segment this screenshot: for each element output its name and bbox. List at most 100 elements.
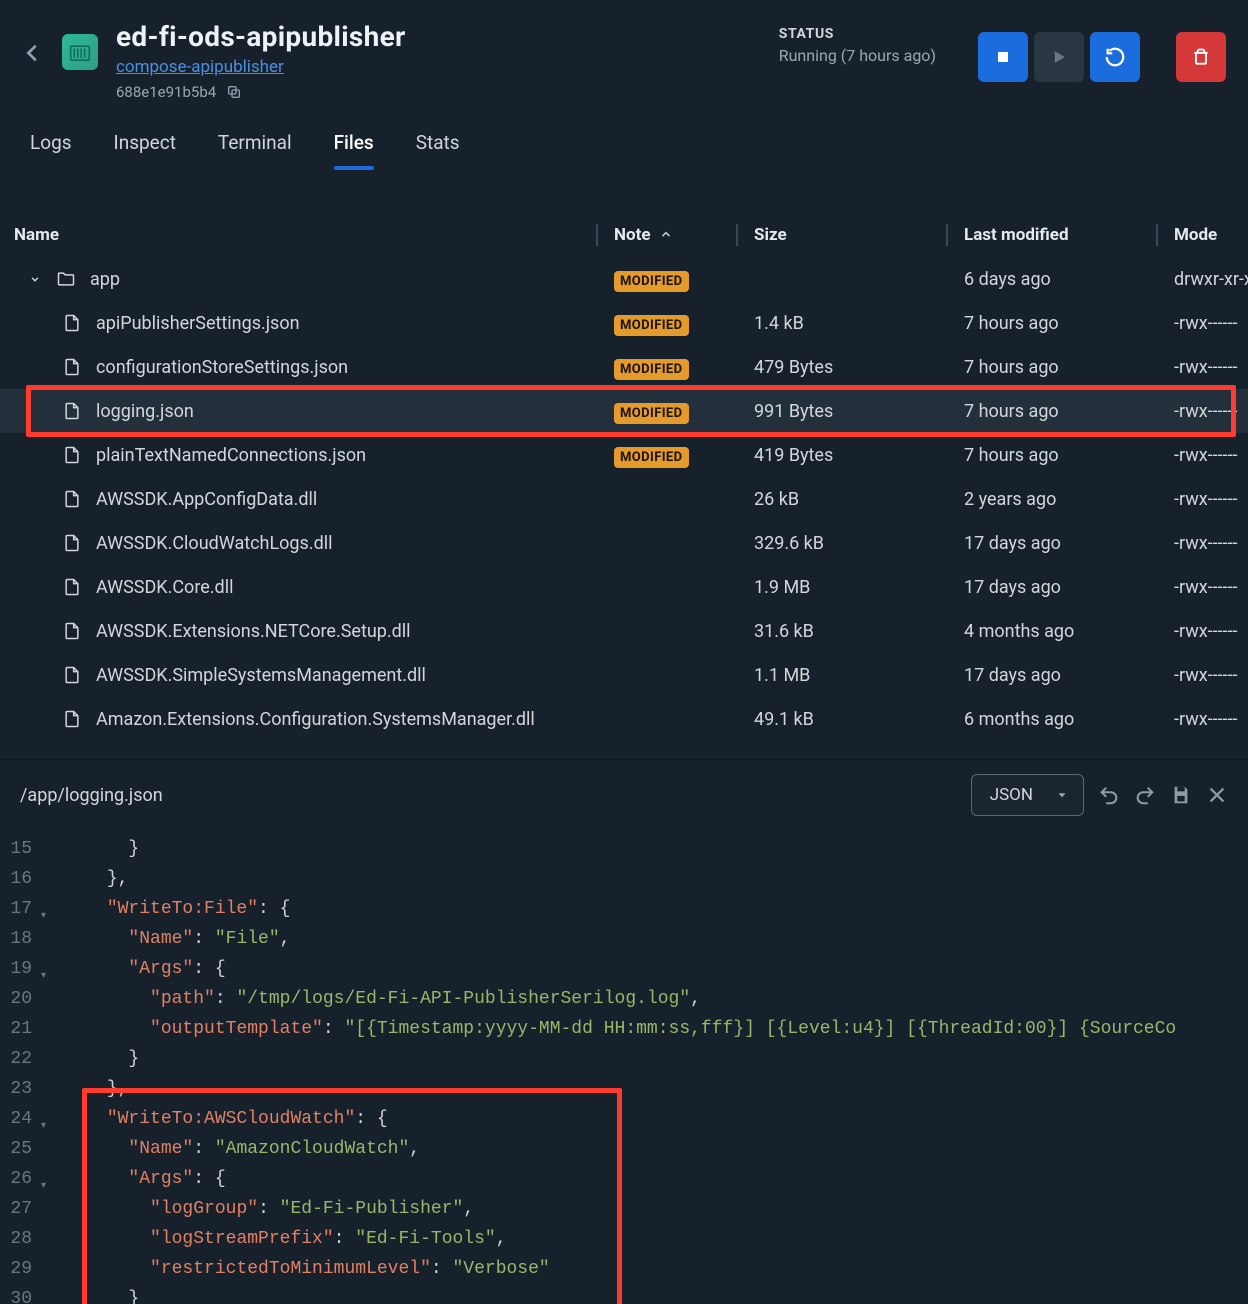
note-cell: MODIFIED bbox=[614, 401, 754, 422]
tabs: Logs Inspect Terminal Files Stats bbox=[0, 101, 1248, 169]
file-name-cell[interactable]: configurationStoreSettings.json bbox=[14, 357, 614, 378]
mode-cell: -rwx------ bbox=[1174, 445, 1248, 466]
modified-cell: 17 days ago bbox=[964, 665, 1174, 686]
mode-cell: -rwx------ bbox=[1174, 489, 1248, 510]
mode-cell: -rwx------ bbox=[1174, 665, 1248, 686]
file-name-cell[interactable]: Amazon.Extensions.Configuration.SystemsM… bbox=[14, 709, 614, 730]
status-label: STATUS bbox=[779, 26, 936, 42]
size-cell: 1.4 kB bbox=[754, 313, 964, 334]
table-row[interactable]: AWSSDK.CloudWatchLogs.dll 329.6 kB17 days… bbox=[0, 521, 1248, 565]
file-name-cell[interactable]: plainTextNamedConnections.json bbox=[14, 445, 614, 466]
title-block: ed-fi-ods-apipublisher compose-apipublis… bbox=[116, 20, 406, 101]
table-row[interactable]: Amazon.Extensions.Configuration.SystemsM… bbox=[0, 697, 1248, 741]
modified-cell: 7 hours ago bbox=[964, 401, 1174, 422]
chevron-down-icon bbox=[1055, 788, 1069, 802]
file-name-cell[interactable]: AWSSDK.SimpleSystemsManagement.dll bbox=[14, 665, 614, 686]
mode-cell: -rwx------ bbox=[1174, 621, 1248, 642]
mode-cell: -rwx------ bbox=[1174, 313, 1248, 334]
file-name-cell[interactable]: AWSSDK.CloudWatchLogs.dll bbox=[14, 533, 614, 554]
mode-cell: -rwx------ bbox=[1174, 401, 1248, 422]
table-row[interactable]: apiPublisherSettings.jsonMODIFIED1.4 kB7… bbox=[0, 301, 1248, 345]
container-hash: 688e1e91b5b4 bbox=[116, 83, 216, 101]
status-value: Running (7 hours ago) bbox=[779, 46, 936, 65]
size-cell: 991 Bytes bbox=[754, 401, 964, 422]
table-row[interactable]: logging.jsonMODIFIED991 Bytes7 hours ago… bbox=[0, 389, 1248, 433]
format-select[interactable]: JSON bbox=[971, 774, 1084, 816]
modified-cell: 17 days ago bbox=[964, 533, 1174, 554]
file-name-cell[interactable]: AWSSDK.Core.dll bbox=[14, 577, 614, 598]
editor-path: /app/logging.json bbox=[20, 785, 163, 806]
mode-cell: -rwx------ bbox=[1174, 577, 1248, 598]
tab-inspect[interactable]: Inspect bbox=[114, 131, 176, 168]
start-button[interactable] bbox=[1034, 32, 1084, 82]
note-cell: MODIFIED bbox=[614, 269, 754, 290]
size-cell: 1.9 MB bbox=[754, 577, 964, 598]
code-editor[interactable]: 151617▾1819▾2021222324▾2526▾272829303132… bbox=[0, 830, 1248, 1304]
container-title: ed-fi-ods-apipublisher bbox=[116, 20, 406, 53]
table-header: Name Note Size Last modified Mode bbox=[0, 213, 1248, 257]
col-size[interactable]: Size bbox=[754, 225, 964, 245]
delete-button[interactable] bbox=[1176, 32, 1226, 82]
file-name-cell[interactable]: apiPublisherSettings.json bbox=[14, 313, 614, 334]
format-value: JSON bbox=[990, 785, 1033, 805]
size-cell: 329.6 kB bbox=[754, 533, 964, 554]
stop-button[interactable] bbox=[978, 32, 1028, 82]
header: ed-fi-ods-apipublisher compose-apipublis… bbox=[0, 0, 1248, 101]
modified-cell: 6 days ago bbox=[964, 269, 1174, 290]
table-row[interactable]: configurationStoreSettings.jsonMODIFIED4… bbox=[0, 345, 1248, 389]
size-cell: 479 Bytes bbox=[754, 357, 964, 378]
editor-toolbar: /app/logging.json JSON bbox=[0, 760, 1248, 830]
sort-ascending-icon bbox=[659, 228, 673, 242]
table-row[interactable]: appMODIFIED 6 days agodrwxr-xr-x bbox=[0, 257, 1248, 301]
tab-logs[interactable]: Logs bbox=[30, 131, 72, 168]
size-cell: 49.1 kB bbox=[754, 709, 964, 730]
container-icon bbox=[62, 34, 98, 70]
save-icon[interactable] bbox=[1170, 784, 1192, 806]
modified-cell: 7 hours ago bbox=[964, 357, 1174, 378]
modified-cell: 17 days ago bbox=[964, 577, 1174, 598]
file-name-cell[interactable]: logging.json bbox=[14, 401, 614, 422]
restart-button[interactable] bbox=[1090, 32, 1140, 82]
action-buttons bbox=[978, 32, 1226, 82]
redo-icon[interactable] bbox=[1134, 784, 1156, 806]
undo-icon[interactable] bbox=[1098, 784, 1120, 806]
modified-cell: 2 years ago bbox=[964, 489, 1174, 510]
compose-link[interactable]: compose-apipublisher bbox=[116, 57, 284, 77]
col-note[interactable]: Note bbox=[614, 225, 754, 245]
table-row[interactable]: plainTextNamedConnections.jsonMODIFIED41… bbox=[0, 433, 1248, 477]
modified-cell: 7 hours ago bbox=[964, 445, 1174, 466]
tab-terminal[interactable]: Terminal bbox=[218, 131, 292, 168]
table-row[interactable]: AWSSDK.Extensions.NETCore.Setup.dll 31.6 … bbox=[0, 609, 1248, 653]
close-icon[interactable] bbox=[1206, 784, 1228, 806]
editor-pane: /app/logging.json JSON 151617▾1819▾20212… bbox=[0, 759, 1248, 1304]
size-cell: 31.6 kB bbox=[754, 621, 964, 642]
modified-cell: 4 months ago bbox=[964, 621, 1174, 642]
file-name-cell[interactable]: AWSSDK.Extensions.NETCore.Setup.dll bbox=[14, 621, 614, 642]
folder-name-cell[interactable]: app bbox=[14, 269, 614, 290]
mode-cell: -rwx------ bbox=[1174, 357, 1248, 378]
table-row[interactable]: AWSSDK.Core.dll 1.9 MB17 days ago-rwx----… bbox=[0, 565, 1248, 609]
col-name[interactable]: Name bbox=[14, 225, 614, 245]
size-cell: 1.1 MB bbox=[754, 665, 964, 686]
size-cell: 26 kB bbox=[754, 489, 964, 510]
mode-cell: -rwx------ bbox=[1174, 533, 1248, 554]
file-table: Name Note Size Last modified Mode appMOD… bbox=[0, 213, 1248, 741]
size-cell: 419 Bytes bbox=[754, 445, 964, 466]
note-cell: MODIFIED bbox=[614, 445, 754, 466]
note-cell: MODIFIED bbox=[614, 313, 754, 334]
mode-cell: -rwx------ bbox=[1174, 709, 1248, 730]
table-row[interactable]: AWSSDK.AppConfigData.dll 26 kB2 years ago… bbox=[0, 477, 1248, 521]
table-row[interactable]: AWSSDK.SimpleSystemsManagement.dll 1.1 MB… bbox=[0, 653, 1248, 697]
modified-cell: 7 hours ago bbox=[964, 313, 1174, 334]
status-block: STATUS Running (7 hours ago) bbox=[779, 26, 936, 65]
note-cell: MODIFIED bbox=[614, 357, 754, 378]
file-name-cell[interactable]: AWSSDK.AppConfigData.dll bbox=[14, 489, 614, 510]
tab-files[interactable]: Files bbox=[334, 131, 374, 168]
col-modified[interactable]: Last modified bbox=[964, 225, 1174, 245]
back-button[interactable] bbox=[22, 42, 44, 64]
mode-cell: drwxr-xr-x bbox=[1174, 269, 1248, 290]
copy-icon[interactable] bbox=[226, 84, 242, 100]
modified-cell: 6 months ago bbox=[964, 709, 1174, 730]
col-mode[interactable]: Mode bbox=[1174, 225, 1248, 245]
tab-stats[interactable]: Stats bbox=[416, 131, 460, 168]
